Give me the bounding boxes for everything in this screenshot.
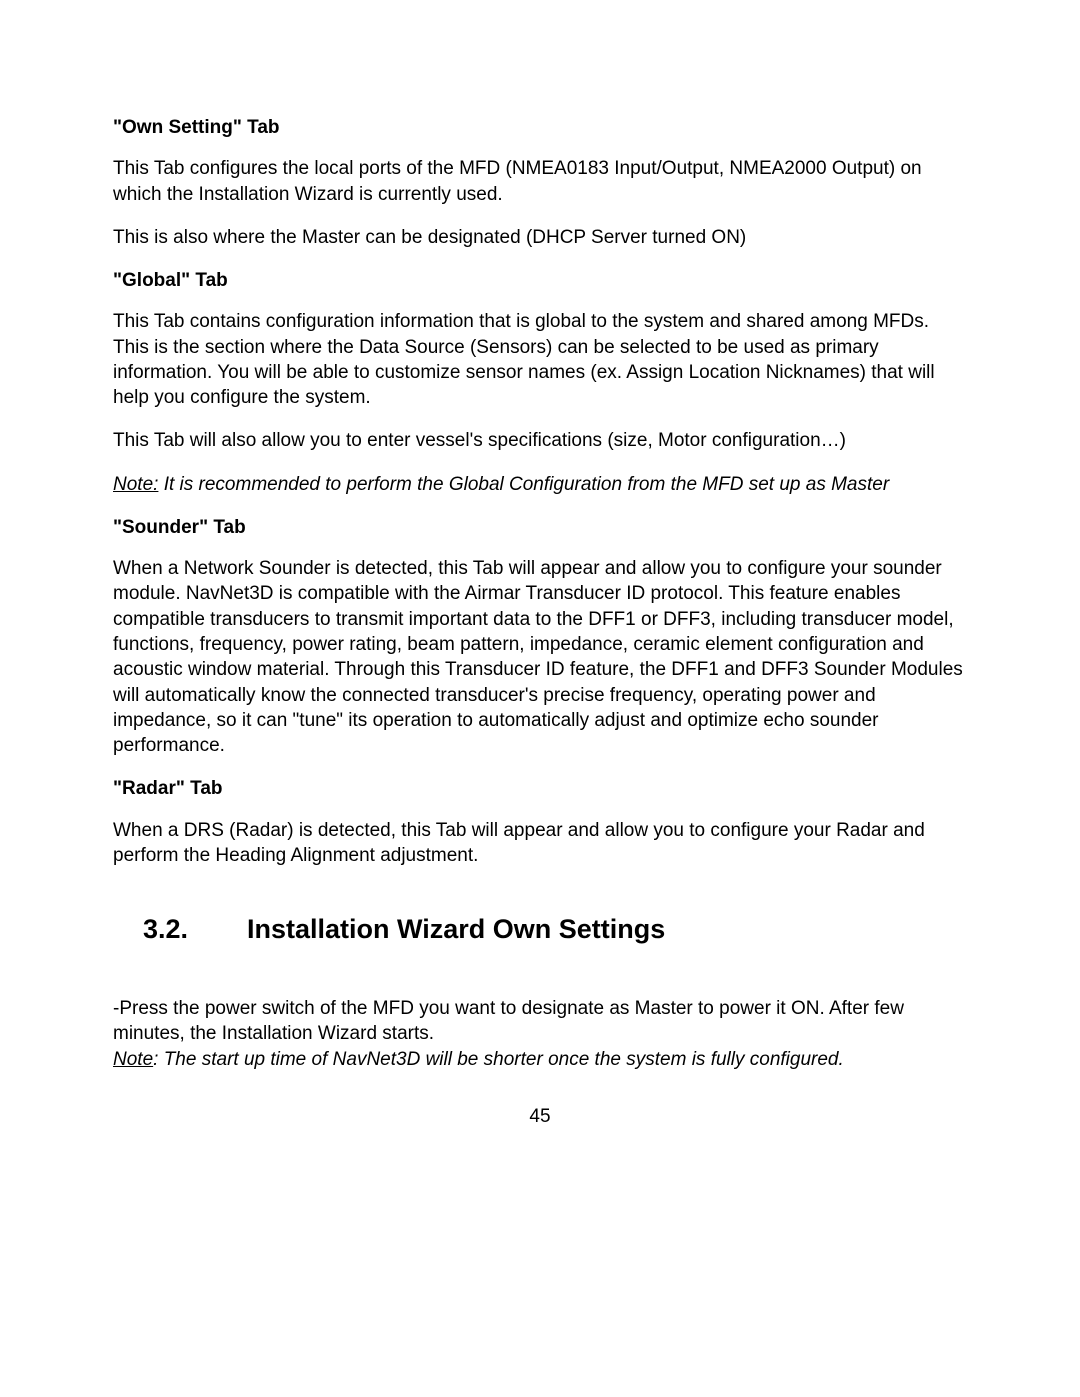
- note-label: Note: [113, 1049, 153, 1070]
- note: Note: It is recommended to perform the G…: [113, 472, 967, 497]
- paragraph: When a DRS (Radar) is detected, this Tab…: [113, 818, 967, 869]
- section-title: Installation Wizard Own Settings: [247, 914, 665, 944]
- heading-sounder: "Sounder" Tab: [113, 515, 967, 540]
- paragraph: This Tab will also allow you to enter ve…: [113, 428, 967, 453]
- section-number: 3.2.: [143, 912, 247, 948]
- paragraph: This Tab contains configuration informat…: [113, 309, 967, 334]
- paragraph: When a Network Sounder is detected, this…: [113, 556, 967, 758]
- document-page: "Own Setting" Tab This Tab configures th…: [0, 0, 1080, 1189]
- heading-own-setting: "Own Setting" Tab: [113, 115, 967, 140]
- paragraph: This is also where the Master can be des…: [113, 225, 967, 250]
- note: Note: The start up time of NavNet3D will…: [113, 1047, 967, 1072]
- heading-global: "Global" Tab: [113, 268, 967, 293]
- note-text: : The start up time of NavNet3D will be …: [153, 1049, 844, 1070]
- paragraph: This Tab configures the local ports of t…: [113, 156, 967, 207]
- section-heading: 3.2.Installation Wizard Own Settings: [113, 912, 967, 948]
- note-text: It is recommended to perform the Global …: [158, 474, 889, 495]
- note-label: Note:: [113, 474, 158, 495]
- paragraph: This is the section where the Data Sourc…: [113, 335, 967, 411]
- paragraph: -Press the power switch of the MFD you w…: [113, 996, 967, 1047]
- page-number: 45: [113, 1104, 967, 1129]
- heading-radar: "Radar" Tab: [113, 776, 967, 801]
